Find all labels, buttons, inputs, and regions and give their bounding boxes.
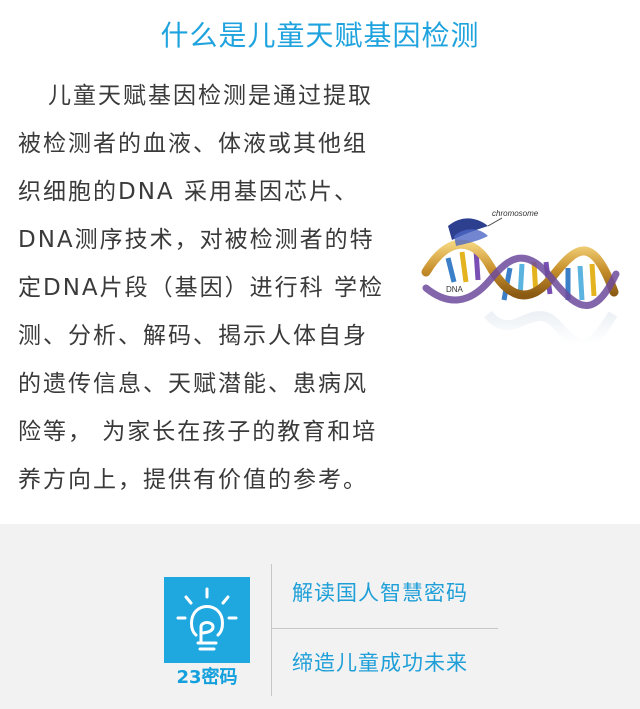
paragraph-line: 儿童天赋基因检测是通过提取	[48, 83, 373, 109]
paragraph-line: 的遗传信息、天赋潜能、患病风	[18, 371, 368, 397]
footer-panel: 23密码 解读国人智慧密码 缔造儿童成功未来	[0, 524, 640, 709]
paragraph-line: DNA测序技术，对被检测者的特	[18, 227, 375, 253]
slogan-bottom: 缔造儿童成功未来	[292, 651, 468, 675]
slogan-top: 解读国人智慧密码	[292, 581, 468, 605]
dna-label: DNA	[446, 285, 464, 294]
lightbulb-icon	[176, 587, 238, 651]
logo-caption: 23密码	[176, 667, 238, 688]
vertical-divider	[271, 564, 272, 696]
paragraph-line: 被检测者的血液、体液或其他组	[18, 131, 368, 157]
paragraph-line: 养方向上，提供有价值的参考。	[18, 467, 368, 493]
chromosome-label: chromosome	[492, 209, 539, 218]
dna-helix-image: chromosome DNA	[418, 196, 622, 352]
paragraph-line: 织细胞的DNA 采用基因芯片、	[18, 179, 359, 205]
paragraph-line: 险等， 为家长在孩子的教育和培	[18, 419, 378, 445]
brand-logo	[164, 577, 250, 663]
paragraph-line: 测、分析、解码、揭示人体自身	[18, 323, 368, 349]
horizontal-divider	[272, 628, 498, 629]
paragraph-line: 定DNA片段（基因）进行科 学检	[18, 275, 384, 301]
page-title: 什么是儿童天赋基因检测	[160, 19, 480, 52]
intro-paragraph: 儿童天赋基因检测是通过提取 被检测者的血液、体液或其他组 织细胞的DNA 采用基…	[18, 72, 428, 504]
